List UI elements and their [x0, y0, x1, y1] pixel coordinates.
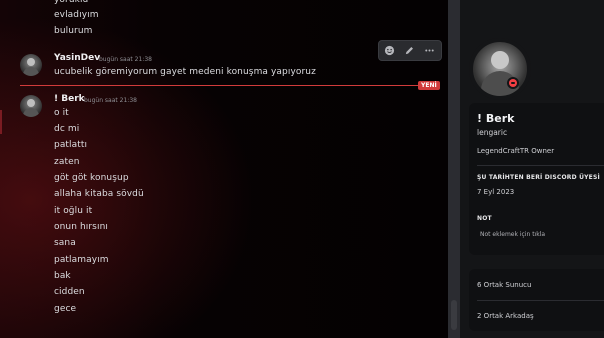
scrollbar-thumb[interactable] [451, 300, 457, 330]
message-toolbar [378, 40, 442, 61]
profile-display-name: ! Berk [477, 112, 515, 125]
message-line: gece [54, 304, 77, 314]
message-line: ucubelik göremiyorum gayet medeni konuşm… [54, 67, 316, 77]
message-line: dc mi [54, 124, 80, 134]
more-button[interactable] [422, 43, 437, 58]
profile-separator [477, 165, 604, 166]
message-line: allaha kitaba sövdü [54, 189, 144, 199]
avatar[interactable] [20, 54, 42, 76]
member-since-value: 7 Eyl 2023 [477, 188, 515, 196]
message-line: onun hırsını [54, 222, 108, 232]
message-line: it oğlu it [54, 206, 93, 216]
message-timestamp: bugün saat 21:38 [84, 97, 137, 104]
add-reaction-button[interactable] [382, 43, 397, 58]
message-timestamp: bugün saat 21:38 [99, 56, 152, 63]
edit-button[interactable] [402, 43, 417, 58]
ellipsis-icon [425, 49, 434, 52]
member-since-label: ŞU TARİHTEN BERİ DISCORD ÜYESİ [477, 174, 600, 181]
message-line: o it [54, 108, 69, 118]
note-label: NOT [477, 215, 492, 222]
message-author[interactable]: YasinDev [54, 53, 100, 63]
profile-username: lengaric [477, 128, 508, 137]
message-line: zaten [54, 157, 80, 167]
mutual-servers-item[interactable]: 6 Ortak Sunucu [477, 281, 531, 289]
profile-bio: LegendCraftTR Owner [477, 147, 555, 155]
message-line: evladıyım [54, 10, 99, 20]
message-line: bak [54, 271, 71, 281]
avatar[interactable] [20, 95, 42, 117]
unread-edge-marker [0, 110, 2, 134]
chat-panel: yoruklu evladıyım bulurum YasinDev bugün… [0, 0, 448, 338]
message-line: göt göt konuşup [54, 173, 129, 183]
mutuals-separator [477, 300, 604, 301]
message-author[interactable]: ! Berk [54, 94, 85, 104]
dnd-status-icon [507, 77, 519, 89]
new-messages-badge: YENİ [418, 81, 440, 90]
message-line: sana [54, 238, 76, 248]
new-messages-divider [20, 85, 424, 86]
pencil-icon [405, 47, 413, 55]
scrollbar-track[interactable] [448, 0, 460, 338]
message-line: bulurum [54, 26, 93, 36]
mutual-friends-item[interactable]: 2 Ortak Arkadaş [477, 312, 534, 320]
message-line: yoruklu [54, 0, 89, 5]
message-line: cidden [54, 287, 85, 297]
message-line: patlattı [54, 140, 88, 150]
profile-avatar[interactable] [469, 38, 531, 100]
smiley-icon [384, 45, 395, 56]
message-line: patlamayım [54, 255, 109, 265]
note-input[interactable]: Not eklemek için tıkla [480, 231, 545, 238]
